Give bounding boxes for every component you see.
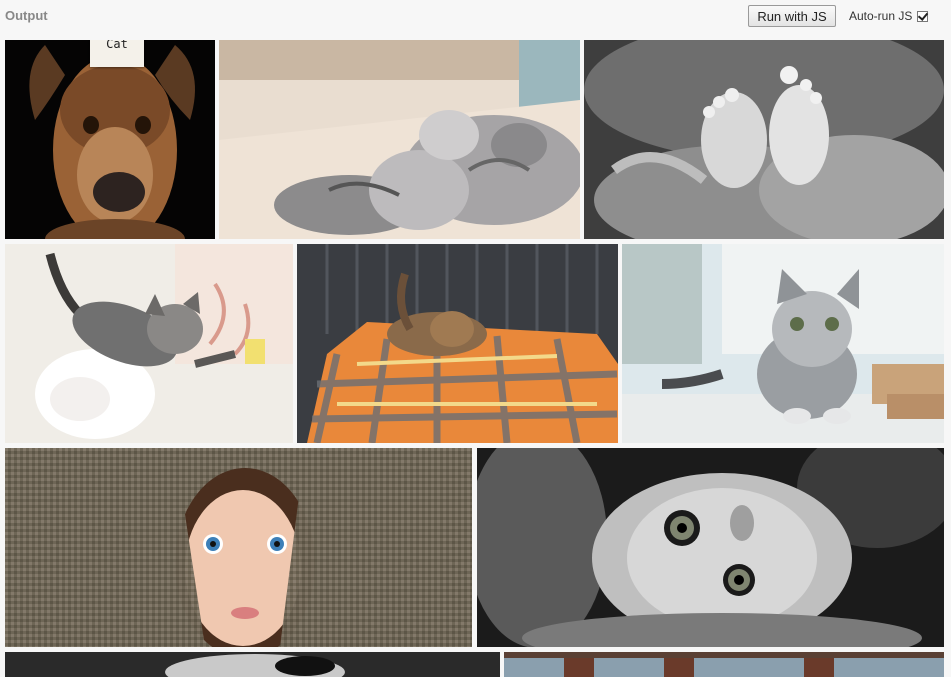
baby-feet-photo bbox=[584, 40, 944, 239]
run-with-js-button[interactable]: Run with JS bbox=[748, 5, 836, 27]
autorun-label: Auto-run JS bbox=[849, 9, 913, 23]
gallery-image-kitten-window[interactable] bbox=[622, 244, 944, 443]
gallery-image-row4-left[interactable] bbox=[5, 652, 500, 677]
gallery-image-cat-cushion[interactable] bbox=[297, 244, 618, 443]
kittens-floor-photo bbox=[219, 40, 580, 239]
kitten-upside-down-photo bbox=[477, 448, 944, 647]
kitten-leap-photo bbox=[5, 244, 293, 443]
gallery-image-kitten-leap[interactable] bbox=[5, 244, 293, 443]
gallery-image-baby-feet[interactable] bbox=[584, 40, 944, 239]
gallery-image-kittens-floor[interactable] bbox=[219, 40, 580, 239]
child-burlap-photo bbox=[5, 448, 472, 647]
autorun-checkbox[interactable] bbox=[917, 10, 929, 22]
dog-photo bbox=[5, 40, 215, 239]
row4-left-photo bbox=[5, 652, 500, 677]
gallery-image-kitten-upside-down[interactable] bbox=[477, 448, 944, 647]
cat-tag: Cat bbox=[90, 40, 144, 67]
gallery-image-child-burlap[interactable] bbox=[5, 448, 472, 647]
autorun-toggle[interactable]: Auto-run JS bbox=[849, 8, 929, 24]
cat-cushion-photo bbox=[297, 244, 618, 443]
gallery-image-dog[interactable]: Cat bbox=[5, 40, 215, 239]
gallery-image-row4-right[interactable] bbox=[504, 652, 944, 677]
row4-right-photo bbox=[504, 652, 944, 677]
output-title: Output bbox=[5, 8, 48, 23]
output-header: Output Run with JS Auto-run JS bbox=[0, 0, 951, 36]
kitten-window-photo bbox=[622, 244, 944, 443]
